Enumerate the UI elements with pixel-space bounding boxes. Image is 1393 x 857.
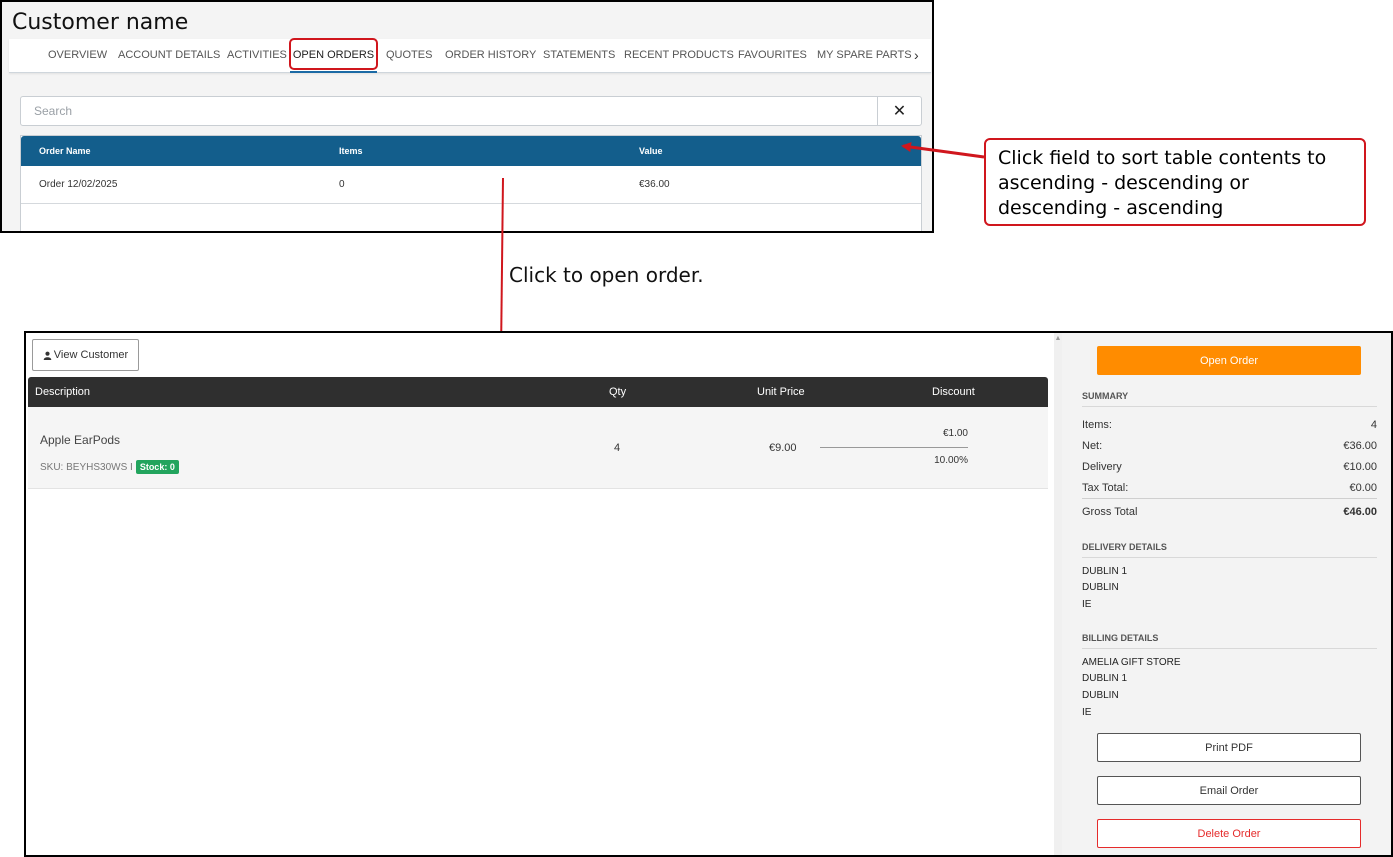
orders-table-header: Order Name Items Value	[21, 136, 921, 166]
col-description: Description	[35, 386, 91, 398]
tab-quotes[interactable]: QUOTES	[386, 39, 432, 73]
tab-recent-products[interactable]: RECENT PRODUCTS	[624, 39, 734, 73]
email-order-button[interactable]: Email Order	[1097, 776, 1361, 805]
delivery-address-line: DUBLIN	[1082, 582, 1119, 593]
tab-activities[interactable]: ACTIVITIES	[227, 39, 287, 73]
summary-net-value: €36.00	[1343, 440, 1377, 452]
summary-divider	[1082, 498, 1377, 499]
billing-address-line: IE	[1082, 707, 1092, 718]
view-customer-button[interactable]: View Customer	[32, 339, 139, 371]
open-order-button[interactable]: Open Order	[1097, 346, 1361, 375]
view-customer-label: View Customer	[53, 349, 129, 361]
chevron-right-icon[interactable]: ›	[914, 39, 919, 73]
summary-gross-label: Gross Total	[1082, 506, 1138, 518]
tab-order-history[interactable]: ORDER HISTORY	[445, 39, 536, 73]
billing-address-line: AMELIA GIFT STORE	[1082, 657, 1181, 668]
order-value-cell: €36.00	[639, 179, 670, 190]
sort-by-value[interactable]: Value	[639, 136, 663, 166]
open-order-instruction: Click to open order.	[509, 263, 704, 287]
sort-by-order-name[interactable]: Order Name	[39, 136, 91, 166]
tab-account-details[interactable]: ACCOUNT DETAILS	[118, 39, 220, 73]
delivery-address-line: IE	[1082, 599, 1092, 610]
customer-name-title: Customer name	[12, 10, 189, 35]
col-discount: Discount	[932, 386, 975, 398]
close-icon[interactable]: ✕	[877, 97, 921, 125]
delivery-address-line: DUBLIN 1	[1082, 566, 1128, 577]
search-input[interactable]	[21, 97, 877, 125]
summary-tax-label: Tax Total:	[1082, 482, 1129, 494]
tab-overview[interactable]: OVERVIEW	[48, 39, 107, 73]
summary-items-label: Items:	[1082, 419, 1112, 431]
sort-instruction-callout: Click field to sort table contents to as…	[984, 138, 1366, 226]
order-items-cell: 0	[339, 179, 345, 190]
customer-tabs-bar: OVERVIEW ACCOUNT DETAILS ACTIVITIES OPEN…	[9, 39, 931, 73]
col-unit-price: Unit Price	[757, 386, 805, 398]
summary-items-value: 4	[1370, 419, 1377, 431]
person-icon	[43, 351, 52, 360]
summary-delivery-value: €10.00	[1343, 461, 1377, 473]
order-name-cell: Order 12/02/2025	[39, 179, 118, 190]
open-orders-table: Order Name Items Value Order 12/02/2025 …	[20, 135, 922, 231]
sidebar-scrollbar[interactable]: ▲	[1054, 333, 1062, 855]
tab-statements[interactable]: STATEMENTS	[543, 39, 615, 73]
sort-by-items[interactable]: Items	[339, 136, 363, 166]
order-detail-screenshot-panel: View Customer Description Qty Unit Price…	[24, 331, 1393, 857]
summary-net-row: Net: €36.00	[1082, 440, 1377, 452]
discount-percent: 10.00%	[934, 455, 968, 466]
summary-items-row: Items: 4	[1082, 419, 1377, 431]
scroll-up-icon[interactable]: ▲	[1054, 335, 1062, 342]
product-sku: SKU: BEYHS30WS I	[40, 461, 133, 473]
summary-gross-value: €46.00	[1343, 506, 1377, 518]
customer-screenshot-panel: Customer name OVERVIEW ACCOUNT DETAILS A…	[0, 0, 934, 233]
open-orders-highlight-box	[289, 38, 378, 70]
delete-order-button[interactable]: Delete Order	[1097, 819, 1361, 848]
line-qty: 4	[614, 442, 621, 454]
print-pdf-button[interactable]: Print PDF	[1097, 733, 1361, 762]
tab-my-spare-parts[interactable]: MY SPARE PARTS	[817, 39, 912, 73]
billing-address-line: DUBLIN 1	[1082, 673, 1128, 684]
billing-details-heading: BILLING DETAILS	[1082, 633, 1377, 649]
summary-tax-row: Tax Total: €0.00	[1082, 482, 1377, 494]
order-lines-header: Description Qty Unit Price Discount	[28, 377, 1048, 407]
summary-gross-row: Gross Total €46.00	[1082, 506, 1377, 518]
delivery-details-heading: DELIVERY DETAILS	[1082, 542, 1377, 558]
billing-address-line: DUBLIN	[1082, 690, 1119, 701]
summary-delivery-label: Delivery	[1082, 461, 1122, 473]
stock-badge: Stock: 0	[135, 460, 179, 474]
product-name: Apple EarPods	[40, 433, 121, 447]
tab-favourites[interactable]: FAVOURITES	[738, 39, 807, 73]
discount-divider	[820, 447, 968, 448]
summary-tax-value: €0.00	[1349, 482, 1377, 494]
table-row[interactable]: Order 12/02/2025 0 €36.00	[21, 166, 921, 204]
order-summary-sidebar: Open Order SUMMARY Items: 4 Net: €36.00 …	[1062, 333, 1391, 855]
search-box: ✕	[20, 96, 922, 126]
col-qty: Qty	[609, 386, 627, 398]
line-unit-price: €9.00	[769, 442, 797, 454]
summary-net-label: Net:	[1082, 440, 1103, 452]
summary-heading: SUMMARY	[1082, 391, 1377, 407]
product-sku-line: SKU: BEYHS30WS I Stock: 0	[40, 460, 179, 474]
summary-delivery-row: Delivery €10.00	[1082, 461, 1377, 473]
order-line-row[interactable]: Apple EarPods SKU: BEYHS30WS I Stock: 0 …	[28, 407, 1048, 489]
discount-amount: €1.00	[942, 428, 968, 439]
